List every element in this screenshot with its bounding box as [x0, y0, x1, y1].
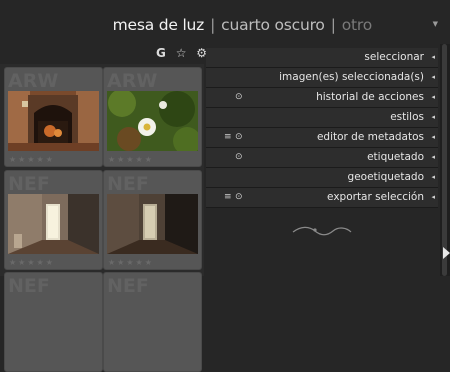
module-metadata-editor[interactable]: ≡ ⊙ editor de metadatos ◂: [206, 128, 438, 148]
panel-scrollbar[interactable]: [440, 44, 450, 276]
expand-icon[interactable]: ◂: [431, 73, 435, 81]
top-header: mesa de luz | cuarto oscuro | otro ▼: [0, 0, 450, 44]
file-extension-label: NEF: [8, 275, 50, 297]
module-label: seleccionar: [364, 51, 424, 63]
reset-icon[interactable]: ⊙: [235, 92, 243, 102]
module-label: historial de acciones: [316, 91, 424, 103]
view-other[interactable]: otro: [342, 16, 372, 34]
grouping-icon[interactable]: G: [156, 46, 166, 60]
view-separator: |: [330, 16, 336, 34]
scrollbar-thumb[interactable]: [442, 44, 447, 276]
module-selected-images[interactable]: imagen(es) seleccionada(s) ◂: [206, 68, 438, 88]
module-tagging[interactable]: ⊙ etiquetado ◂: [206, 148, 438, 168]
module-label: etiquetado: [367, 151, 424, 163]
rating-stars[interactable]: ★★★★★: [108, 258, 154, 267]
reset-icon[interactable]: ⊙: [235, 192, 243, 202]
file-extension-label: ARW: [107, 70, 158, 92]
panel-end-ornament: [292, 226, 352, 236]
view-switcher: mesa de luz | cuarto oscuro | otro: [113, 16, 373, 34]
file-extension-label: NEF: [107, 275, 149, 297]
reset-icon[interactable]: ⊙: [235, 132, 243, 142]
toolbar: G ☆ ⚙: [156, 46, 213, 60]
rating-stars[interactable]: ★★★★★: [9, 258, 55, 267]
expand-icon[interactable]: ◂: [431, 53, 435, 61]
module-label: exportar selección: [327, 191, 424, 203]
expand-icon[interactable]: ◂: [431, 193, 435, 201]
view-lighttable[interactable]: mesa de luz: [113, 16, 205, 34]
right-panel: seleccionar ◂ imagen(es) seleccionada(s)…: [206, 44, 440, 276]
module-select[interactable]: seleccionar ◂: [206, 48, 438, 68]
star-icon[interactable]: ☆: [176, 46, 187, 60]
rating-stars[interactable]: ★★★★★: [9, 155, 55, 164]
file-extension-label: NEF: [8, 173, 50, 195]
file-extension-label: NEF: [107, 173, 149, 195]
expand-icon[interactable]: ◂: [431, 113, 435, 121]
expand-icon[interactable]: ◂: [431, 153, 435, 161]
rating-stars[interactable]: ★★★★★: [108, 155, 154, 164]
thumbnail[interactable]: NEF: [4, 272, 103, 372]
module-styles[interactable]: estilos ◂: [206, 108, 438, 128]
header-collapse-icon[interactable]: ▼: [433, 20, 438, 28]
thumbnail-image-flower: [107, 91, 198, 151]
thumbnail-grid: ARW ★★★★★ ARW ★★★★★ NEF ★★★★★ NEF ★★★★★ …: [0, 64, 204, 372]
right-panel-toggle-icon[interactable]: [443, 247, 450, 259]
thumbnail-image-hallway: [8, 194, 99, 254]
file-extension-label: ARW: [8, 70, 59, 92]
view-separator: |: [210, 16, 216, 34]
module-history[interactable]: ⊙ historial de acciones ◂: [206, 88, 438, 108]
thumbnail[interactable]: NEF: [103, 272, 202, 372]
thumbnail[interactable]: NEF ★★★★★: [103, 170, 202, 270]
module-export-selected[interactable]: ≡ ⊙ exportar selección ◂: [206, 188, 438, 208]
expand-icon[interactable]: ◂: [431, 173, 435, 181]
module-label: estilos: [390, 111, 424, 123]
expand-icon[interactable]: ◂: [431, 93, 435, 101]
module-label: imagen(es) seleccionada(s): [279, 71, 424, 83]
presets-icon[interactable]: ≡: [224, 132, 232, 142]
module-geotagging[interactable]: geoetiquetado ◂: [206, 168, 438, 188]
expand-icon[interactable]: ◂: [431, 133, 435, 141]
thumbnail[interactable]: ARW ★★★★★: [4, 67, 103, 167]
reset-icon[interactable]: ⊙: [235, 152, 243, 162]
thumbnail-image-hallway-dark: [107, 194, 198, 254]
thumbnail[interactable]: NEF ★★★★★: [4, 170, 103, 270]
view-darkroom[interactable]: cuarto oscuro: [221, 16, 325, 34]
module-label: editor de metadatos: [316, 131, 424, 143]
thumbnail[interactable]: ARW ★★★★★: [103, 67, 202, 167]
module-label: geoetiquetado: [347, 171, 424, 183]
thumbnail-image-fireplace: [8, 91, 99, 151]
presets-icon[interactable]: ≡: [224, 192, 232, 202]
